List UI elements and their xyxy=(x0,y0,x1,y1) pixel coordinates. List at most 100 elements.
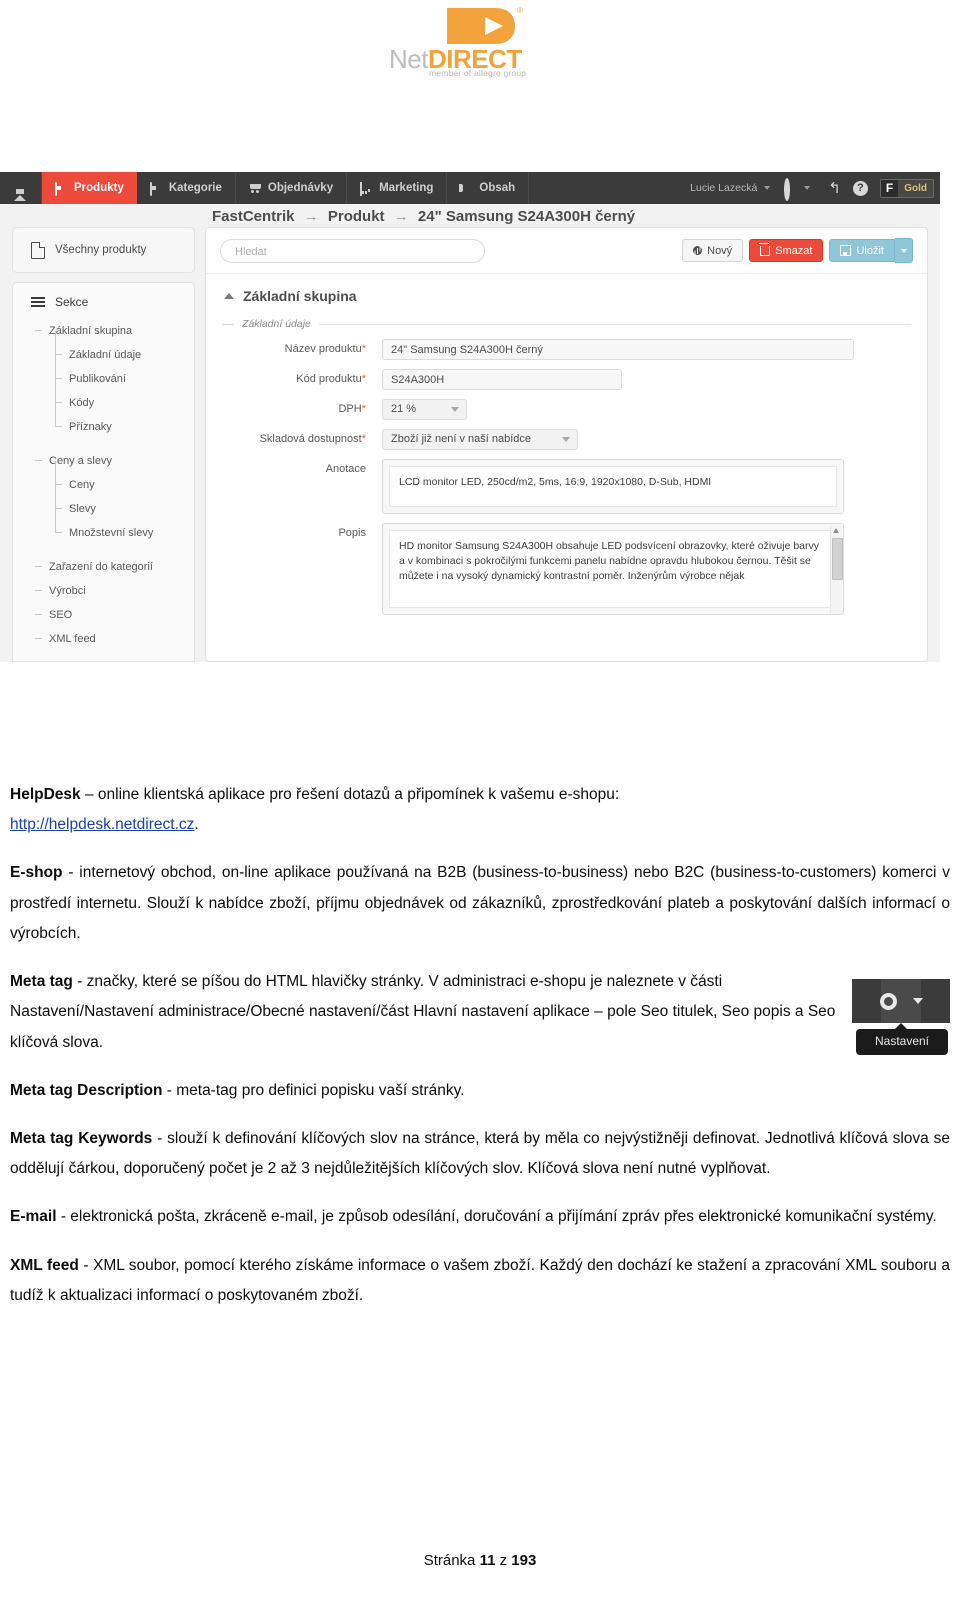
sections-panel: Sekce Základní skupina Základní údaje Pu… xyxy=(12,282,195,662)
nav-item-home[interactable] xyxy=(0,172,42,204)
paragraph-metatag-description: Meta tag Description - meta-tag pro defi… xyxy=(10,1076,950,1106)
new-button[interactable]: Nový xyxy=(682,239,744,262)
code-label-text: Kód produktu xyxy=(296,373,362,385)
required-marker: * xyxy=(361,403,366,415)
helpdesk-line1: HelpDesk – online klientská aplikace pro… xyxy=(10,780,950,810)
legend-dash xyxy=(222,323,234,325)
all-products-button[interactable]: Všechny produkty xyxy=(12,227,195,273)
help-icon[interactable]: ? xyxy=(852,180,868,196)
sidebar-item-ceny-a-slevy[interactable]: Ceny a slevy xyxy=(35,449,194,473)
product-code-input[interactable]: S24A300H xyxy=(382,369,622,390)
chevron-down-icon xyxy=(900,248,907,253)
breadcrumb-separator-1: → xyxy=(303,208,319,225)
group-header[interactable]: Základní skupina xyxy=(206,274,927,304)
sidebar-item-vyrobci[interactable]: Výrobci xyxy=(35,579,194,603)
footer-prefix: Stránka xyxy=(423,1552,480,1569)
status-badge[interactable]: F Gold xyxy=(879,178,934,198)
netdirect-logo: ® NetDIRECT member of allegro group xyxy=(389,6,571,78)
helpdesk-desc: – online klientská aplikace pro řešení d… xyxy=(80,786,620,803)
required-marker: * xyxy=(361,343,366,355)
annotation-field-label: Anotace xyxy=(325,463,366,475)
metatag-description-desc: - meta-tag pro definici popisku vaší str… xyxy=(162,1081,465,1099)
sidebar-item-priznaky[interactable]: Příznaky xyxy=(35,403,194,439)
helpdesk-link[interactable]: http://helpdesk.netdirect.cz xyxy=(10,816,194,833)
gear-icon[interactable] xyxy=(784,177,801,201)
field-row-name: Název produktu* 24" Samsung S24A300H čer… xyxy=(222,339,911,360)
paragraph-metatag-keywords: Meta tag Keywords - slouží k definování … xyxy=(10,1124,950,1184)
gear-chevron-down-icon[interactable] xyxy=(804,186,811,190)
annotation-text[interactable]: LCD monitor LED, 250cd/m2, 5ms, 16:9, 19… xyxy=(389,466,837,507)
nav-item-obsah[interactable]: Obsah xyxy=(447,172,530,204)
fastcentrik-admin-screenshot: Produkty Kategorie Objednávky Marketing … xyxy=(0,172,940,662)
badge-text: Gold xyxy=(898,179,933,197)
term-email: E-mail xyxy=(10,1208,57,1226)
term-helpdesk: HelpDesk xyxy=(10,786,81,803)
gear-icon xyxy=(879,992,897,1010)
annotation-editor[interactable]: LCD monitor LED, 250cd/m2, 5ms, 16:9, 19… xyxy=(382,459,844,514)
fieldset-legend-label: Základní údaje xyxy=(242,318,311,330)
nav-item-produkty[interactable]: Produkty xyxy=(42,172,137,204)
breadcrumb: FastCentrik → Produkt → 24" Samsung S24A… xyxy=(212,208,635,225)
paragraph-eshop: E-shop - internetový obchod, on-line apl… xyxy=(10,858,950,949)
document-body: HelpDesk – online klientská aplikace pro… xyxy=(10,780,950,1329)
sidebar-item-xml-feed[interactable]: XML feed xyxy=(35,627,194,651)
logo-net-text: Net xyxy=(389,44,428,74)
save-button-label: Uložit xyxy=(856,244,884,257)
save-button[interactable]: Uložit xyxy=(829,239,895,262)
user-name-label[interactable]: Lucie Lazecká xyxy=(686,182,761,194)
search-input[interactable]: Hledat xyxy=(220,238,485,263)
footer-middle: z xyxy=(495,1552,512,1569)
sidebar-item-zarazeni-do-kategorii[interactable]: Zařazení do kategorií xyxy=(35,555,194,579)
sections-header: Sekce xyxy=(13,295,194,309)
delete-button[interactable]: Smazat xyxy=(749,239,824,262)
scrollbar-thumb[interactable] xyxy=(832,538,843,580)
vat-select[interactable]: 21 % xyxy=(382,399,467,420)
description-editor[interactable]: HD monitor Samsung S24A300H obsahuje LED… xyxy=(382,523,844,615)
email-desc: - elektronická pošta, zkráceně e-mail, j… xyxy=(56,1208,937,1226)
sidebar-item-kody[interactable]: Kódy xyxy=(35,379,194,415)
undo-icon[interactable]: ↰ xyxy=(828,181,841,196)
topnav-right-group: Lucie Lazecká ↰ ? F Gold xyxy=(686,172,940,204)
save-dropdown-button[interactable] xyxy=(895,238,913,263)
breadcrumb-level2[interactable]: Produkt xyxy=(328,208,385,225)
helpdesk-line2: http://helpdesk.netdirect.cz. xyxy=(10,810,950,840)
logo-container: ® NetDIRECT member of allegro group xyxy=(0,6,960,78)
floppy-icon xyxy=(840,245,852,256)
sidebar-item-zakladni-udaje[interactable]: Základní údaje xyxy=(35,331,194,367)
paragraph-helpdesk: HelpDesk – online klientská aplikace pro… xyxy=(10,780,950,840)
content-icon xyxy=(460,183,473,194)
nastaveni-tooltip: Nastavení xyxy=(856,1023,948,1056)
nav-label-obsah: Obsah xyxy=(479,182,516,194)
sidebar-item-zakladni-skupina[interactable]: Základní skupina xyxy=(35,319,194,343)
term-xml-feed: XML feed xyxy=(10,1256,79,1274)
admin-top-navigation: Produkty Kategorie Objednávky Marketing … xyxy=(0,172,940,204)
description-scrollbar[interactable] xyxy=(830,525,843,613)
term-metatag: Meta tag xyxy=(10,973,73,991)
cart-icon xyxy=(249,183,262,194)
content-toolbar: Hledat Nový Smazat Uložit xyxy=(206,228,927,274)
term-eshop: E-shop xyxy=(10,864,63,882)
nav-label-objednavky: Objednávky xyxy=(267,182,334,194)
sidebar-item-ceny[interactable]: Ceny xyxy=(35,461,194,497)
sidebar-item-mnozstevni-slevy[interactable]: Množstevní slevy xyxy=(35,509,194,545)
scroll-up-icon[interactable] xyxy=(833,528,839,533)
nav-item-kategorie[interactable]: Kategorie xyxy=(137,172,236,204)
page-footer: Stránka 11 z 193 xyxy=(0,1552,960,1569)
sidebar-item-publikovani[interactable]: Publikování xyxy=(35,355,194,391)
plus-icon xyxy=(693,246,703,255)
nastaveni-toolbar-strip xyxy=(852,979,950,1024)
stock-label-text: Skladová dostupnost xyxy=(259,433,362,445)
description-text[interactable]: HD monitor Samsung S24A300H obsahuje LED… xyxy=(389,530,837,608)
chevron-down-icon xyxy=(451,407,459,412)
stock-availability-select[interactable]: Zboží již není v naší nabídce xyxy=(382,429,578,450)
user-chevron-down-icon[interactable] xyxy=(764,186,771,190)
nav-item-objednavky[interactable]: Objednávky xyxy=(236,172,348,204)
sidebar-item-slevy[interactable]: Slevy xyxy=(35,485,194,521)
product-name-input[interactable]: 24" Samsung S24A300H černý xyxy=(382,339,854,360)
breadcrumb-root[interactable]: FastCentrik xyxy=(212,208,295,225)
stock-selected-value: Zboží již není v naší nabídce xyxy=(391,433,532,445)
hamburger-icon xyxy=(31,296,45,308)
trash-icon xyxy=(759,242,771,256)
sidebar-item-seo[interactable]: SEO xyxy=(35,603,194,627)
nav-item-marketing[interactable]: Marketing xyxy=(347,172,448,204)
